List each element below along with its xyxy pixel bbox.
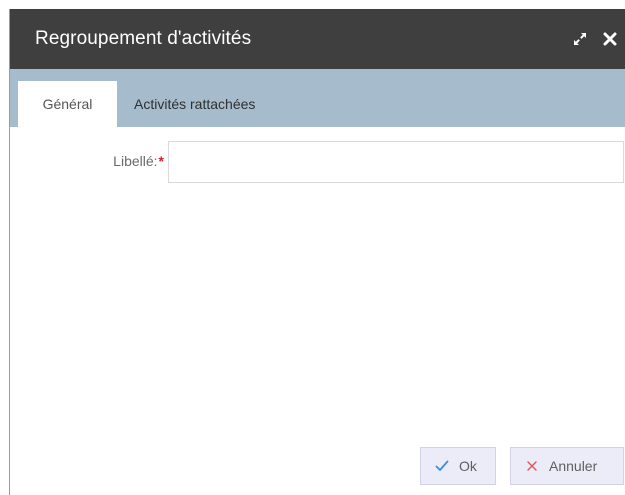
required-marker: * — [158, 153, 164, 169]
dialog-titlebar: Regroupement d'activités — [10, 9, 625, 69]
cross-icon — [525, 459, 539, 473]
dialog-footer: Ok Annuler — [10, 447, 625, 487]
titlebar-actions — [571, 29, 619, 49]
close-icon[interactable] — [601, 30, 619, 48]
tab-general[interactable]: Général — [18, 81, 117, 127]
cancel-button[interactable]: Annuler — [510, 447, 624, 485]
libelle-label: Libellé:* — [113, 153, 164, 169]
libelle-input[interactable] — [168, 141, 624, 183]
ok-button[interactable]: Ok — [420, 447, 496, 485]
libelle-label-text: Libellé: — [113, 153, 158, 169]
dialog-window: Regroupement d'activités Général Activit… — [9, 9, 625, 495]
check-icon — [435, 459, 449, 473]
ok-button-label: Ok — [459, 458, 477, 474]
form-row-libelle: Libellé:* — [10, 141, 625, 183]
expand-icon[interactable] — [571, 30, 589, 48]
cancel-button-label: Annuler — [549, 458, 598, 474]
tab-activites-rattachees[interactable]: Activités rattachées — [134, 81, 255, 127]
dialog-title: Regroupement d'activités — [35, 28, 252, 49]
tab-strip: Général Activités rattachées — [10, 69, 625, 127]
